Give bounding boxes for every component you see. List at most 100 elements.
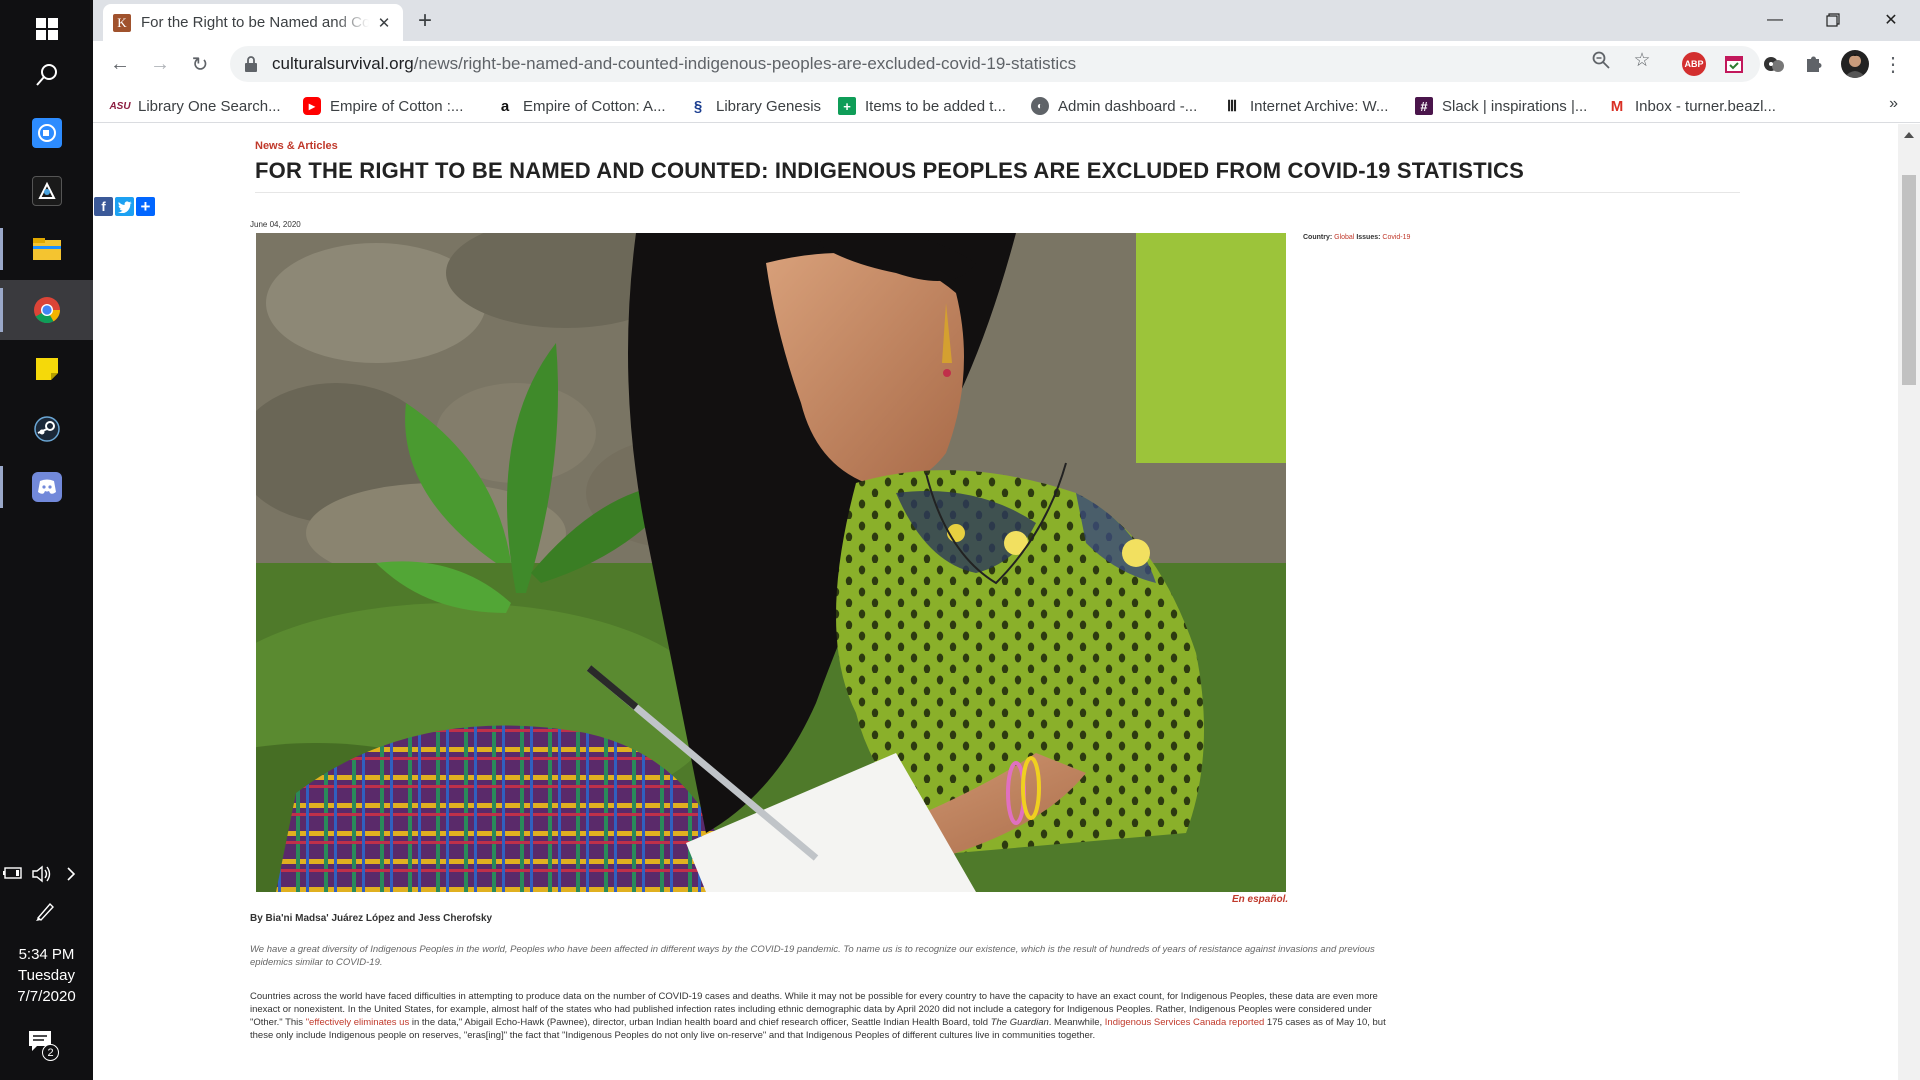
- url-path: /news/right-be-named-and-counted-indigen…: [413, 54, 1077, 73]
- country-label: Country:: [1303, 234, 1333, 241]
- libgen-icon: §: [693, 97, 703, 115]
- tab-active[interactable]: K For the Right to be Named and Counted:…: [103, 4, 403, 41]
- article-title: FOR THE RIGHT TO BE NAMED AND COUNTED: I…: [255, 158, 1740, 193]
- bookmark-item[interactable]: ASU Library One Search...: [109, 95, 280, 117]
- twitter-share-icon[interactable]: [115, 197, 134, 216]
- bookmark-label: Slack | inspirations |...: [1442, 97, 1588, 115]
- windows-logo-icon: [35, 18, 58, 40]
- search-icon: [35, 64, 57, 86]
- taskbar-app-sticky-notes[interactable]: [0, 340, 93, 398]
- battery-icon[interactable]: [3, 866, 23, 880]
- new-tab-button[interactable]: +: [411, 7, 439, 35]
- back-button[interactable]: ←: [105, 49, 135, 79]
- scrollbar-thumb[interactable]: [1902, 175, 1916, 385]
- notification-count: 2: [42, 1044, 59, 1061]
- bookmark-item[interactable]: ◐ Admin dashboard -...: [1031, 95, 1197, 117]
- search-button[interactable]: [0, 46, 93, 104]
- cultural-survival-favicon-icon: K: [113, 13, 131, 32]
- bookmark-label: Admin dashboard -...: [1058, 97, 1198, 115]
- bookmark-star-icon[interactable]: ☆: [1631, 49, 1653, 71]
- close-tab-icon[interactable]: ✕: [375, 14, 393, 32]
- article-body: Countries across the world have faced di…: [250, 990, 1390, 1042]
- extensions-puzzle-icon[interactable]: [1802, 52, 1826, 76]
- taskbar-app-file-explorer[interactable]: [0, 220, 93, 278]
- article-meta: Country: Global Issues: Covid-19: [1303, 234, 1410, 241]
- extension-calendar-icon[interactable]: [1722, 52, 1746, 76]
- bookmarks-overflow-icon[interactable]: »: [1889, 95, 1898, 113]
- bookmark-item[interactable]: Ⅲ Internet Archive: W...: [1223, 95, 1389, 117]
- taskbar-app-zoom[interactable]: [0, 104, 93, 162]
- chrome-window: K For the Right to be Named and Counted:…: [93, 0, 1920, 1080]
- taskbar-app-tool[interactable]: [0, 162, 93, 220]
- lock-icon[interactable]: [244, 56, 258, 72]
- action-center-button[interactable]: 2: [28, 1030, 64, 1064]
- slack-icon: #: [1415, 97, 1433, 115]
- share-plus-icon[interactable]: +: [136, 197, 155, 216]
- bookmark-item[interactable]: ▶ Empire of Cotton :...: [303, 95, 463, 117]
- tab-title: For the Right to be Named and Counted: I…: [141, 14, 369, 31]
- en-espanol-link[interactable]: En español.: [1232, 894, 1288, 905]
- taskbar-app-chrome[interactable]: [0, 280, 93, 340]
- country-link[interactable]: Global: [1334, 234, 1354, 241]
- article-date: June 04, 2020: [250, 220, 301, 229]
- discord-icon: [31, 472, 62, 502]
- bookmark-label: Internet Archive: W...: [1250, 97, 1389, 115]
- steam-icon: [32, 414, 62, 444]
- close-window-button[interactable]: ✕: [1862, 0, 1920, 40]
- reload-button[interactable]: ↻: [185, 49, 215, 79]
- address-bar[interactable]: culturalsurvival.org/news/right-be-named…: [230, 46, 1760, 82]
- globe-icon: ◐: [1031, 97, 1049, 115]
- zoom-icon: [31, 118, 62, 148]
- body-italic: The Guardian: [990, 1017, 1049, 1028]
- article-byline: By Bia'ni Madsa' Juárez López and Jess C…: [250, 913, 493, 924]
- minimize-button[interactable]: —: [1746, 0, 1804, 40]
- scroll-up-arrow-icon[interactable]: [1904, 132, 1914, 138]
- body-link[interactable]: Indigenous Services Canada reported: [1105, 1017, 1265, 1028]
- adblock-plus-icon[interactable]: ABP: [1682, 52, 1706, 76]
- taskbar-app-discord[interactable]: [0, 458, 93, 516]
- body-link[interactable]: "effectively eliminates us: [306, 1017, 410, 1028]
- bookmark-item[interactable]: a Empire of Cotton: A...: [496, 95, 666, 117]
- bookmark-item[interactable]: M Inbox - turner.beazl...: [1608, 95, 1776, 117]
- article-intro: We have a great diversity of Indigenous …: [250, 944, 1375, 968]
- share-buttons: f +: [94, 197, 155, 216]
- web-page: f + News & Articles FOR THE RIGHT TO BE …: [93, 124, 1898, 1080]
- sticky-notes-icon: [32, 354, 62, 384]
- bookmark-item[interactable]: + Items to be added t...: [838, 95, 1006, 117]
- bookmarks-bar: ASU Library One Search... ▶ Empire of Cott…: [93, 87, 1920, 123]
- forward-button[interactable]: →: [145, 49, 175, 79]
- taskbar-clock[interactable]: 5:34 PM Tuesday 7/7/2020: [0, 944, 93, 1007]
- asu-icon: ASU: [109, 100, 131, 112]
- restore-icon: [1826, 13, 1840, 27]
- reload-icon: ↻: [191, 53, 209, 76]
- chrome-icon: [32, 295, 62, 325]
- restore-button[interactable]: [1804, 0, 1862, 40]
- extension-gears-icon[interactable]: [1762, 52, 1786, 76]
- minimize-icon: —: [1767, 11, 1783, 28]
- tab-strip: K For the Right to be Named and Counted:…: [93, 0, 1920, 41]
- folder-icon: [32, 234, 62, 264]
- section-link[interactable]: News & Articles: [255, 140, 338, 152]
- chevron-right-icon[interactable]: [66, 866, 76, 882]
- bookmark-label: Empire of Cotton: A...: [523, 97, 666, 115]
- bookmark-item[interactable]: § Library Genesis: [689, 95, 821, 117]
- article-image: [256, 233, 1286, 892]
- body-text: in the data," Abigail Echo-Hawk (Pawnee)…: [409, 1017, 991, 1028]
- plus-icon: +: [417, 7, 432, 34]
- amazon-icon: a: [500, 97, 510, 115]
- bookmark-label: Inbox - turner.beazl...: [1635, 97, 1776, 115]
- issue-link[interactable]: Covid-19: [1382, 234, 1410, 241]
- profile-avatar[interactable]: [1841, 50, 1869, 78]
- archive-icon: Ⅲ: [1226, 98, 1238, 115]
- volume-icon[interactable]: [31, 865, 53, 883]
- arrow-right-icon: →: [150, 52, 170, 75]
- body-text: . Meanwhile,: [1048, 1017, 1105, 1028]
- sheets-icon: +: [838, 97, 856, 115]
- taskbar-app-steam[interactable]: [0, 400, 93, 458]
- zoom-icon[interactable]: [1590, 49, 1612, 71]
- facebook-share-icon[interactable]: f: [94, 197, 113, 216]
- menu-kebab-icon[interactable]: ⋮: [1881, 52, 1905, 76]
- page-scrollbar[interactable]: [1898, 124, 1920, 1080]
- pen-icon[interactable]: [34, 900, 56, 922]
- bookmark-item[interactable]: # Slack | inspirations |...: [1415, 95, 1587, 117]
